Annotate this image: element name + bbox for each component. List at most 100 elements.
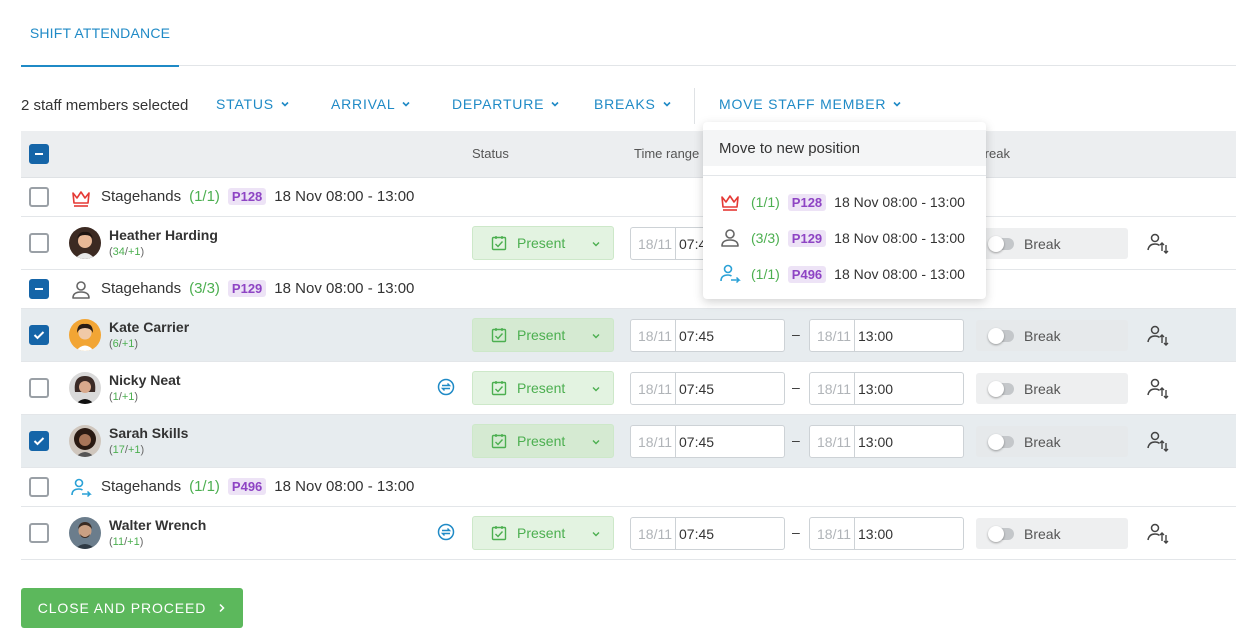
- status-select[interactable]: Present: [472, 516, 614, 550]
- group-time: 18 Nov 08:00 - 13:00: [274, 280, 415, 297]
- position-group-row: Stagehands (3/3) P129 18 Nov 08:00 - 13:…: [21, 270, 1236, 309]
- status-value: Present: [517, 380, 566, 396]
- move-staff-member-button[interactable]: MOVE STAFF MEMBER: [719, 96, 902, 112]
- departure-time-input[interactable]: 18/11 13:00: [809, 517, 964, 550]
- break-toggle[interactable]: Break: [976, 426, 1128, 457]
- status-value: Present: [517, 525, 566, 541]
- move-person-icon[interactable]: [1146, 429, 1170, 453]
- avatar: [69, 227, 101, 259]
- staff-row: Kate Carrier (6/+1) Present 18/11 07:45 …: [21, 309, 1236, 362]
- move-option-p496[interactable]: (1/1) P496 18 Nov 08:00 - 13:00: [719, 262, 965, 286]
- group-role: Stagehands: [101, 188, 182, 205]
- arrival-time-input[interactable]: 18/11 07:45: [630, 517, 785, 550]
- move-person-icon[interactable]: [1146, 376, 1170, 400]
- departure-time-input[interactable]: 18/11 13:00: [809, 319, 964, 352]
- break-toggle[interactable]: Break: [976, 320, 1128, 351]
- position-badge: P129: [787, 229, 827, 247]
- status-menu-button[interactable]: STATUS: [216, 96, 290, 112]
- minus-icon: [35, 153, 43, 155]
- move-person-icon[interactable]: [1146, 323, 1170, 347]
- departure-date: 18/11: [810, 373, 855, 404]
- arrival-time: 07:45: [679, 380, 715, 397]
- break-label: Break: [1024, 380, 1061, 397]
- swap-icon[interactable]: [437, 378, 455, 396]
- arrival-time: 07:45: [679, 327, 715, 344]
- departure-date: 18/11: [810, 518, 855, 549]
- status-select[interactable]: Present: [472, 318, 614, 352]
- swap-icon[interactable]: [437, 523, 455, 541]
- status-select[interactable]: Present: [472, 424, 614, 458]
- close-and-proceed-button[interactable]: CLOSE AND PROCEED: [21, 588, 243, 628]
- status-select[interactable]: Present: [472, 226, 614, 260]
- time-separator: –: [792, 379, 800, 395]
- move-to-new-position-option[interactable]: Move to new position: [703, 130, 986, 166]
- toggle-switch: [988, 235, 1014, 252]
- break-toggle[interactable]: Break: [976, 373, 1128, 404]
- avatar: [69, 319, 101, 351]
- staff-name: Walter Wrench: [109, 517, 207, 533]
- status-select[interactable]: Present: [472, 371, 614, 405]
- avatar: [69, 425, 101, 457]
- group-role: Stagehands: [101, 280, 182, 297]
- crown-icon: [721, 195, 739, 211]
- staff-row: Nicky Neat (1/+1) Present 18/11 07:45 – …: [21, 362, 1236, 415]
- staff-name: Sarah Skills: [109, 425, 189, 441]
- arrival-time-input[interactable]: 18/11 07:45: [630, 425, 785, 458]
- staff-row: Sarah Skills (17/+1) Present 18/11 07:45…: [21, 415, 1236, 468]
- time-separator: –: [792, 432, 800, 448]
- bulk-toolbar: 2 staff members selected STATUS ARRIVAL …: [21, 88, 1221, 124]
- position-group-row: Stagehands (1/1) P496 18 Nov 08:00 - 13:…: [21, 468, 1236, 507]
- staff-checkbox[interactable]: [29, 325, 49, 345]
- move-option-p128[interactable]: (1/1) P128 18 Nov 08:00 - 13:00: [719, 190, 965, 214]
- tab-shift-attendance[interactable]: SHIFT ATTENDANCE: [21, 0, 179, 67]
- arrival-time-input[interactable]: 18/11 07:45: [630, 372, 785, 405]
- break-label: Break: [1024, 433, 1061, 450]
- chevron-down-icon: [592, 387, 600, 392]
- header-time-range: Time range: [634, 146, 700, 161]
- arrival-date: 18/11: [631, 320, 676, 351]
- departure-time-input[interactable]: 18/11 13:00: [809, 425, 964, 458]
- group-checkbox[interactable]: [29, 477, 49, 497]
- departure-menu-button[interactable]: DEPARTURE: [452, 96, 560, 112]
- group-count: (3/3): [189, 280, 220, 297]
- group-checkbox[interactable]: [29, 279, 49, 299]
- break-toggle[interactable]: Break: [976, 228, 1128, 259]
- staff-checkbox[interactable]: [29, 378, 49, 398]
- staff-checkbox[interactable]: [29, 523, 49, 543]
- position-badge: P128: [227, 188, 267, 205]
- person-swap-icon: [720, 264, 741, 284]
- arrival-time-input[interactable]: 18/11 07:4: [630, 227, 710, 260]
- group-checkbox[interactable]: [29, 187, 49, 207]
- arrival-time-input[interactable]: 18/11 07:45: [630, 319, 785, 352]
- move-option-p129[interactable]: (3/3) P129 18 Nov 08:00 - 13:00: [719, 226, 965, 250]
- header-status: Status: [472, 146, 509, 161]
- arrival-menu-button[interactable]: ARRIVAL: [331, 96, 411, 112]
- chevron-right-icon: [219, 603, 225, 613]
- break-toggle[interactable]: Break: [976, 518, 1128, 549]
- present-check-icon: [491, 328, 507, 343]
- staff-checkbox[interactable]: [29, 431, 49, 451]
- chevron-down-icon: [592, 242, 600, 247]
- toolbar-divider: [694, 88, 695, 124]
- arrival-time: 07:45: [679, 433, 715, 450]
- option-count: (1/1): [751, 194, 780, 210]
- position-group-row: Stagehands (1/1) P128 18 Nov 08:00 - 13:…: [21, 178, 1236, 217]
- select-all-checkbox[interactable]: [29, 144, 49, 164]
- attendance-table: Status Time range Break Stagehands (1/1)…: [21, 131, 1236, 560]
- position-badge: P129: [227, 280, 267, 297]
- person-swap-icon: [71, 478, 92, 498]
- move-person-icon[interactable]: [1146, 231, 1170, 255]
- chevron-down-icon: [592, 532, 600, 537]
- toggle-switch: [988, 525, 1014, 542]
- chevron-down-icon: [551, 101, 559, 107]
- break-label: Break: [1024, 525, 1061, 542]
- option-count: (1/1): [751, 266, 780, 282]
- departure-time: 13:00: [858, 327, 894, 344]
- breaks-menu-button[interactable]: BREAKS: [594, 96, 672, 112]
- staff-checkbox[interactable]: [29, 233, 49, 253]
- move-person-icon[interactable]: [1146, 521, 1170, 545]
- option-count: (3/3): [751, 230, 780, 246]
- arrival-date: 18/11: [631, 426, 676, 457]
- departure-time-input[interactable]: 18/11 13:00: [809, 372, 964, 405]
- staff-stats: (17/+1): [109, 444, 145, 456]
